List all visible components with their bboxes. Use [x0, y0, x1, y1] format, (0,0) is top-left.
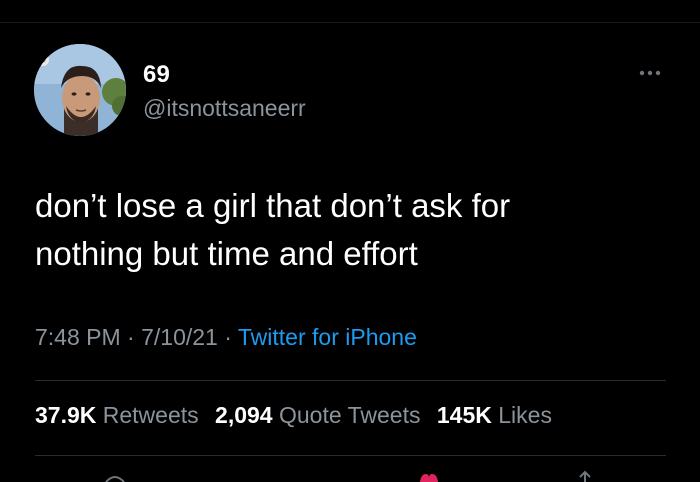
- tweet-source-link[interactable]: Twitter for iPhone: [238, 324, 417, 350]
- quote-tweets-stat[interactable]: 2,094 Quote Tweets: [215, 402, 420, 429]
- meta-separator: ·: [127, 324, 135, 350]
- quote-tweets-label: Quote Tweets: [278, 402, 421, 428]
- retweets-stat[interactable]: 37.9K Retweets: [35, 402, 199, 429]
- tweet-time: 7:48 PM: [35, 324, 121, 350]
- avatar-photo: [34, 44, 126, 136]
- meta-separator: ·: [224, 324, 232, 350]
- retweets-label: Retweets: [102, 402, 199, 428]
- divider: [35, 380, 666, 381]
- quote-tweets-count: 2,094: [215, 402, 273, 428]
- likes-count: 145K: [436, 402, 492, 428]
- reply-icon[interactable]: [104, 470, 126, 482]
- avatar[interactable]: [34, 44, 126, 136]
- user-handle[interactable]: @itsnottsaneerr: [143, 95, 306, 122]
- likes-label: Likes: [498, 402, 552, 428]
- engagement-stats: 37.9K Retweets 2,094 Quote Tweets 145K L…: [35, 402, 562, 429]
- retweets-count: 37.9K: [35, 402, 97, 428]
- tweet-date: 7/10/21: [141, 324, 218, 350]
- heart-icon[interactable]: [418, 470, 440, 482]
- more-options-icon[interactable]: [636, 62, 664, 84]
- tweet-text-line-2: nothing but time and effort: [35, 235, 418, 272]
- top-divider: [0, 22, 700, 23]
- likes-stat[interactable]: 145K Likes: [437, 402, 552, 429]
- share-icon[interactable]: [574, 470, 596, 482]
- display-name[interactable]: 69: [143, 61, 170, 89]
- tweet-text-line-1: don’t lose a girl that don’t ask for: [35, 187, 511, 224]
- tweet-metadata: 7:48 PM · 7/10/21 · Twitter for iPhone: [35, 324, 417, 351]
- divider: [35, 455, 666, 456]
- tweet-text: don’t lose a girl that don’t ask for not…: [35, 182, 675, 278]
